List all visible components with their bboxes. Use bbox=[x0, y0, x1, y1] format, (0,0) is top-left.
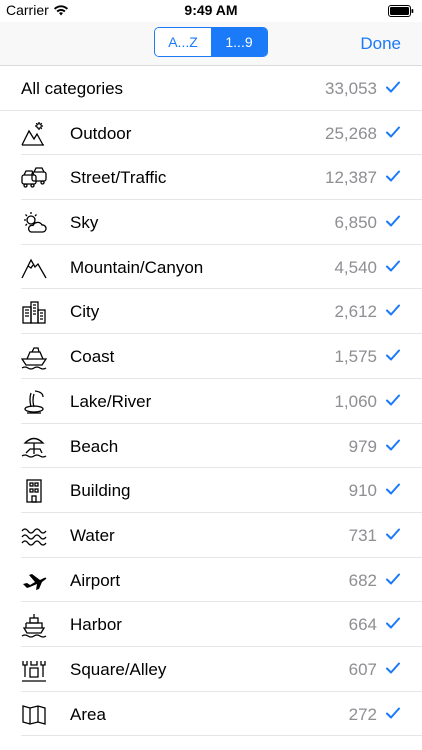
sort-segmented-control: A...Z 1...9 bbox=[154, 27, 268, 57]
list-item[interactable]: Airport 682 bbox=[21, 558, 422, 603]
list-item-all-categories[interactable]: All categories 33,053 bbox=[0, 66, 422, 111]
category-list: All categories 33,053 Outdoor 25,268 Str… bbox=[0, 66, 422, 737]
done-button[interactable]: Done bbox=[360, 34, 401, 54]
row-count: 2,612 bbox=[334, 302, 377, 322]
area-map-icon bbox=[22, 704, 46, 725]
row-count: 272 bbox=[348, 704, 377, 724]
list-item[interactable]: City 2,612 bbox=[21, 289, 422, 335]
checkmark-icon bbox=[386, 170, 400, 182]
sort-alphabetical-segment[interactable]: A...Z bbox=[155, 28, 211, 56]
list-item[interactable]: Mountain/Canyon 4,540 bbox=[21, 245, 422, 290]
row-label: City bbox=[70, 302, 100, 322]
row-count: 33,053 bbox=[325, 79, 377, 98]
row-label: Building bbox=[70, 481, 131, 501]
checkmark-icon bbox=[386, 304, 400, 316]
cars-traffic-icon bbox=[21, 167, 47, 189]
list-item[interactable]: Outdoor 25,268 bbox=[21, 111, 422, 156]
row-count: 4,540 bbox=[334, 257, 377, 277]
checkmark-icon bbox=[386, 126, 400, 138]
list-item[interactable]: Water 731 bbox=[21, 513, 422, 558]
list-item[interactable]: Beach 979 bbox=[21, 424, 422, 469]
battery-icon bbox=[388, 5, 414, 17]
status-bar: Carrier 9:49 AM bbox=[0, 0, 422, 22]
square-alley-icon bbox=[22, 660, 46, 682]
checkmark-icon bbox=[386, 81, 400, 93]
clock: 9:49 AM bbox=[184, 2, 238, 18]
list-item[interactable]: Street/Traffic 12,387 bbox=[21, 155, 422, 201]
row-count: 6,850 bbox=[334, 213, 377, 233]
row-label: Sky bbox=[70, 213, 99, 233]
checkmark-icon bbox=[386, 528, 400, 540]
list-item[interactable]: Lake/River 1,060 bbox=[21, 379, 422, 424]
row-label: All categories bbox=[21, 79, 124, 98]
nav-bar: A...Z 1...9 Done bbox=[0, 22, 422, 66]
checkmark-icon bbox=[386, 573, 400, 585]
waterfall-icon bbox=[24, 390, 44, 414]
checkmark-icon bbox=[386, 349, 400, 361]
beach-umbrella-icon bbox=[21, 437, 47, 458]
row-count: 607 bbox=[348, 659, 377, 679]
checkmark-icon bbox=[386, 707, 400, 719]
waves-icon bbox=[21, 528, 47, 546]
row-label: Water bbox=[70, 525, 115, 545]
list-item[interactable]: Harbor 664 bbox=[21, 602, 422, 647]
row-label: Area bbox=[70, 704, 106, 724]
outdoor-mountains-sun-icon bbox=[21, 121, 44, 146]
row-count: 910 bbox=[348, 481, 377, 501]
row-label: Beach bbox=[70, 436, 119, 456]
checkmark-icon bbox=[386, 662, 400, 674]
ship-coast-icon bbox=[21, 347, 47, 370]
row-label: Airport bbox=[70, 570, 121, 590]
row-count: 979 bbox=[348, 436, 377, 456]
checkmark-icon bbox=[386, 394, 400, 406]
row-count: 25,268 bbox=[325, 123, 377, 143]
row-label: Outdoor bbox=[70, 123, 132, 143]
row-label: Harbor bbox=[70, 615, 122, 635]
row-count: 731 bbox=[348, 525, 377, 545]
row-label: Lake/River bbox=[70, 391, 152, 411]
checkmark-icon bbox=[386, 483, 400, 495]
row-count: 12,387 bbox=[325, 168, 377, 188]
list-item[interactable]: Coast 1,575 bbox=[21, 334, 422, 379]
row-count: 1,575 bbox=[334, 347, 377, 367]
row-label: Street/Traffic bbox=[70, 168, 167, 188]
row-label: Square/Alley bbox=[70, 659, 167, 679]
checkmark-icon bbox=[386, 215, 400, 227]
list-item[interactable]: Sky 6,850 bbox=[21, 200, 422, 245]
checkmark-icon bbox=[386, 617, 400, 629]
list-item[interactable]: Square/Alley 607 bbox=[21, 647, 422, 692]
city-buildings-icon bbox=[22, 301, 46, 325]
mountain-icon bbox=[21, 258, 47, 279]
airplane-icon bbox=[23, 573, 47, 590]
row-label: Coast bbox=[70, 347, 115, 367]
sun-cloud-icon bbox=[24, 212, 47, 233]
checkmark-icon bbox=[386, 439, 400, 450]
row-label: Mountain/Canyon bbox=[70, 257, 204, 277]
list-item[interactable]: Area 272 bbox=[21, 692, 422, 737]
list-item[interactable]: Building 910 bbox=[21, 468, 422, 513]
building-icon bbox=[26, 479, 42, 503]
row-count: 682 bbox=[348, 570, 377, 590]
sort-numeric-segment[interactable]: 1...9 bbox=[211, 28, 267, 56]
checkmark-icon bbox=[386, 260, 400, 272]
harbor-ship-icon bbox=[21, 614, 47, 638]
row-count: 664 bbox=[348, 615, 377, 635]
row-count: 1,060 bbox=[334, 391, 377, 411]
